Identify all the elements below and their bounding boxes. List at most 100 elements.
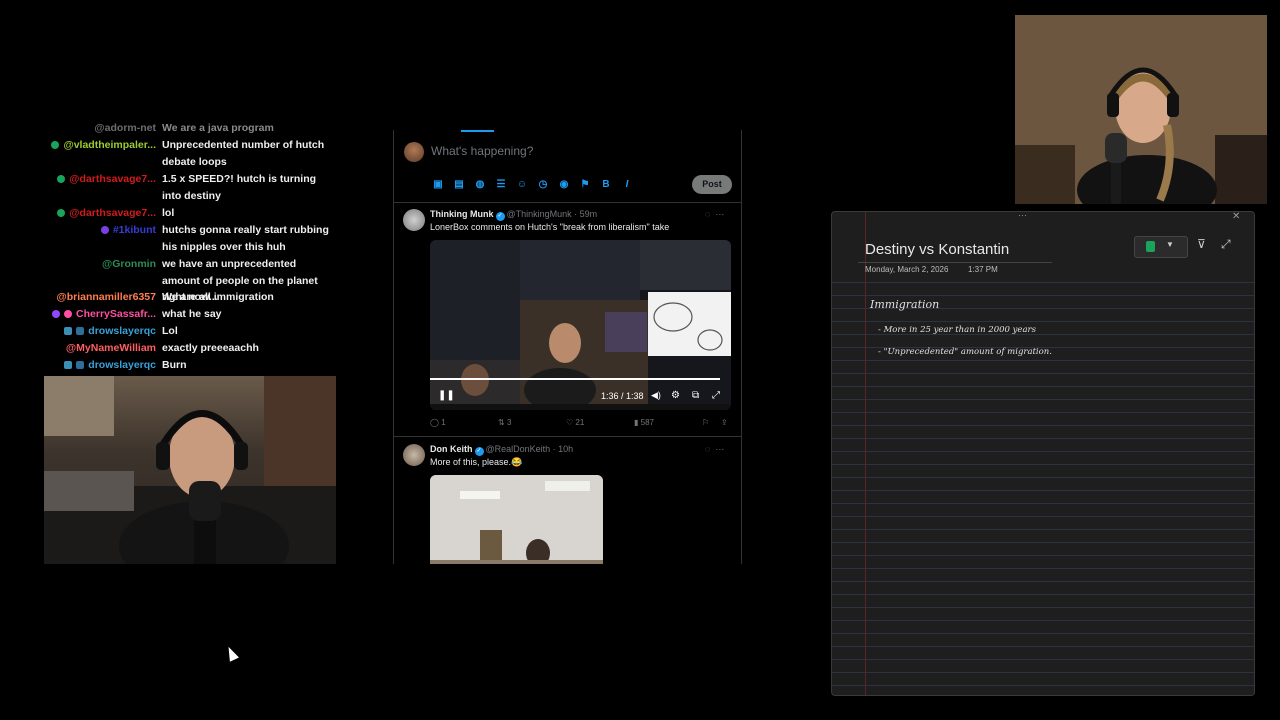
reply-count: 1 [441, 418, 446, 427]
webcam-host [44, 376, 336, 564]
more-icon[interactable]: ··· [1018, 212, 1027, 220]
chat-text: what he say [162, 308, 222, 320]
close-icon[interactable]: ✕ [1232, 212, 1240, 222]
author-handle[interactable]: @ThinkingMunk · 59m [507, 209, 598, 219]
chat-text: hutchs gonna really start rubbing his ni… [162, 224, 329, 253]
tweet-header: Don Keith ✓ @RealDonKeith · 10h [430, 444, 573, 456]
gif-icon[interactable]: ▤ [453, 179, 465, 191]
gem-badge-icon [52, 310, 61, 318]
author-handle[interactable]: @RealDonKeith · 10h [486, 444, 574, 454]
chat-username[interactable]: @adorm-net [94, 120, 156, 137]
compose-input[interactable]: What's happening? [431, 144, 533, 158]
tweet-text: LonerBox comments on Hutch's "break from… [430, 222, 670, 232]
chat-username[interactable]: @darthsavage7... [69, 207, 156, 219]
more-icon[interactable]: ··· [715, 209, 724, 219]
mod-badge-icon [64, 327, 73, 335]
avatar[interactable] [403, 209, 425, 231]
author-name[interactable]: Don Keith [430, 444, 473, 454]
view-count: 587 [640, 418, 654, 427]
flag-icon[interactable]: ⚑ [579, 179, 591, 191]
grok-icon[interactable]: ◌ [705, 209, 710, 219]
grok-icon[interactable]: ◌ [705, 444, 710, 454]
chat-text: Lol [162, 325, 178, 337]
chat-text: We are all immigration [162, 291, 274, 303]
sub-badge-icon [51, 141, 60, 149]
chat-text: We are a java program [162, 122, 274, 134]
handwritten-line: - More in 25 year than in 2000 years [878, 325, 1036, 335]
repost-button[interactable]: ⇅ 3 [498, 418, 511, 427]
divider [394, 436, 741, 437]
active-tab-indicator [461, 130, 494, 132]
grok-icon[interactable]: ◍ [474, 179, 486, 191]
image-icon[interactable]: ▣ [432, 179, 444, 191]
list-icon[interactable]: ☰ [495, 179, 507, 191]
views-icon: ▮ [634, 418, 639, 427]
tweet-menu: ◌ ··· [705, 444, 724, 454]
chat-text: Unprecedented number of hutch debate loo… [162, 139, 325, 168]
views-button[interactable]: ▮ 587 [634, 418, 654, 427]
margin-line [865, 212, 866, 695]
chat-text: Burn [162, 359, 187, 371]
chat-text: exactly preeeaachh [162, 342, 259, 354]
pip-icon[interactable]: ⧉ [692, 390, 699, 401]
avatar[interactable] [403, 444, 425, 466]
chat-panel: @adorm-net We are a java program @vladth… [44, 120, 336, 375]
heart-icon: ♡ [566, 418, 574, 427]
chat-username[interactable]: drowslayerqc [88, 325, 156, 337]
bold-icon[interactable]: B [600, 179, 612, 191]
chat-username[interactable]: @briannamiller6357 [56, 289, 156, 306]
chevron-down-icon: ▼ [1166, 240, 1174, 249]
webcam-guest [1015, 15, 1267, 204]
tweet-menu: ◌ ··· [705, 209, 724, 219]
bookmark-icon[interactable]: ⚐ [702, 418, 709, 427]
more-icon[interactable]: ··· [715, 444, 724, 454]
verified-icon: ✓ [474, 447, 484, 456]
pause-icon[interactable]: ❚❚ [438, 390, 455, 401]
divider [394, 202, 741, 203]
like-count: 21 [575, 418, 585, 427]
tv-badge-icon [76, 361, 85, 369]
fullscreen-icon[interactable]: ⤢ [712, 390, 720, 401]
schedule-icon[interactable]: ◷ [537, 179, 549, 191]
handwritten-line: - "Unprecedented" amount of migration. [878, 347, 1052, 357]
handwritten-heading: Immigration [870, 298, 940, 311]
tweet-photo [430, 475, 603, 564]
location-icon[interactable]: ◉ [558, 179, 570, 191]
chat-username[interactable]: @vladtheimpaler... [63, 139, 156, 151]
video-time: 1:36 / 1:38 [601, 391, 644, 401]
emoji-icon[interactable]: ☺ [516, 179, 528, 191]
avatar[interactable] [404, 142, 424, 162]
chat-text: 1.5 x SPEED?! hutch is turning into dest… [162, 173, 317, 202]
like-button[interactable]: ♡ 21 [566, 418, 584, 427]
page-title[interactable]: Destiny vs Konstantin [865, 241, 1009, 258]
volume-icon[interactable]: ◀) [651, 390, 661, 401]
italic-icon[interactable]: I [621, 179, 633, 191]
notes-titlebar[interactable]: ··· ✕ [832, 212, 1254, 224]
author-name[interactable]: Thinking Munk [430, 209, 494, 219]
post-button[interactable]: Post [692, 175, 732, 194]
heart-badge-icon [64, 310, 73, 318]
chat-username[interactable]: @MyNameWilliam [66, 340, 156, 357]
chat-username[interactable]: #1kibunt [113, 224, 156, 236]
chat-username[interactable]: @darthsavage7... [69, 173, 156, 185]
settings-icon[interactable]: ⚙ [671, 390, 680, 401]
share-icon[interactable]: ⇪ [721, 418, 728, 427]
title-underline [858, 262, 1052, 263]
webcam-host-figure [44, 376, 336, 564]
reply-icon: ◯ [430, 418, 439, 427]
chat-username[interactable]: @Gronmin [102, 256, 156, 273]
video-player[interactable]: ❚❚ 1:36 / 1:38 ◀) ⚙ ⧉ ⤢ [430, 240, 731, 410]
expand-icon[interactable]: ⤢ [1221, 237, 1231, 252]
notebook-icon [1146, 241, 1155, 252]
verified-icon: ✓ [495, 212, 505, 221]
tweet-image[interactable] [430, 475, 603, 564]
video-frame [430, 240, 731, 410]
webcam-guest-figure [1015, 15, 1267, 204]
reply-button[interactable]: ◯ 1 [430, 418, 446, 427]
tweet-header: Thinking Munk ✓ @ThinkingMunk · 59m [430, 209, 597, 221]
gem-badge-icon [100, 226, 109, 234]
chat-username[interactable]: CherrySassafr... [76, 308, 156, 320]
pen-selector[interactable]: ▼ [1134, 236, 1188, 258]
chat-username[interactable]: drowslayerqc [88, 359, 156, 371]
pen-icon[interactable]: ⊽ [1197, 237, 1206, 251]
